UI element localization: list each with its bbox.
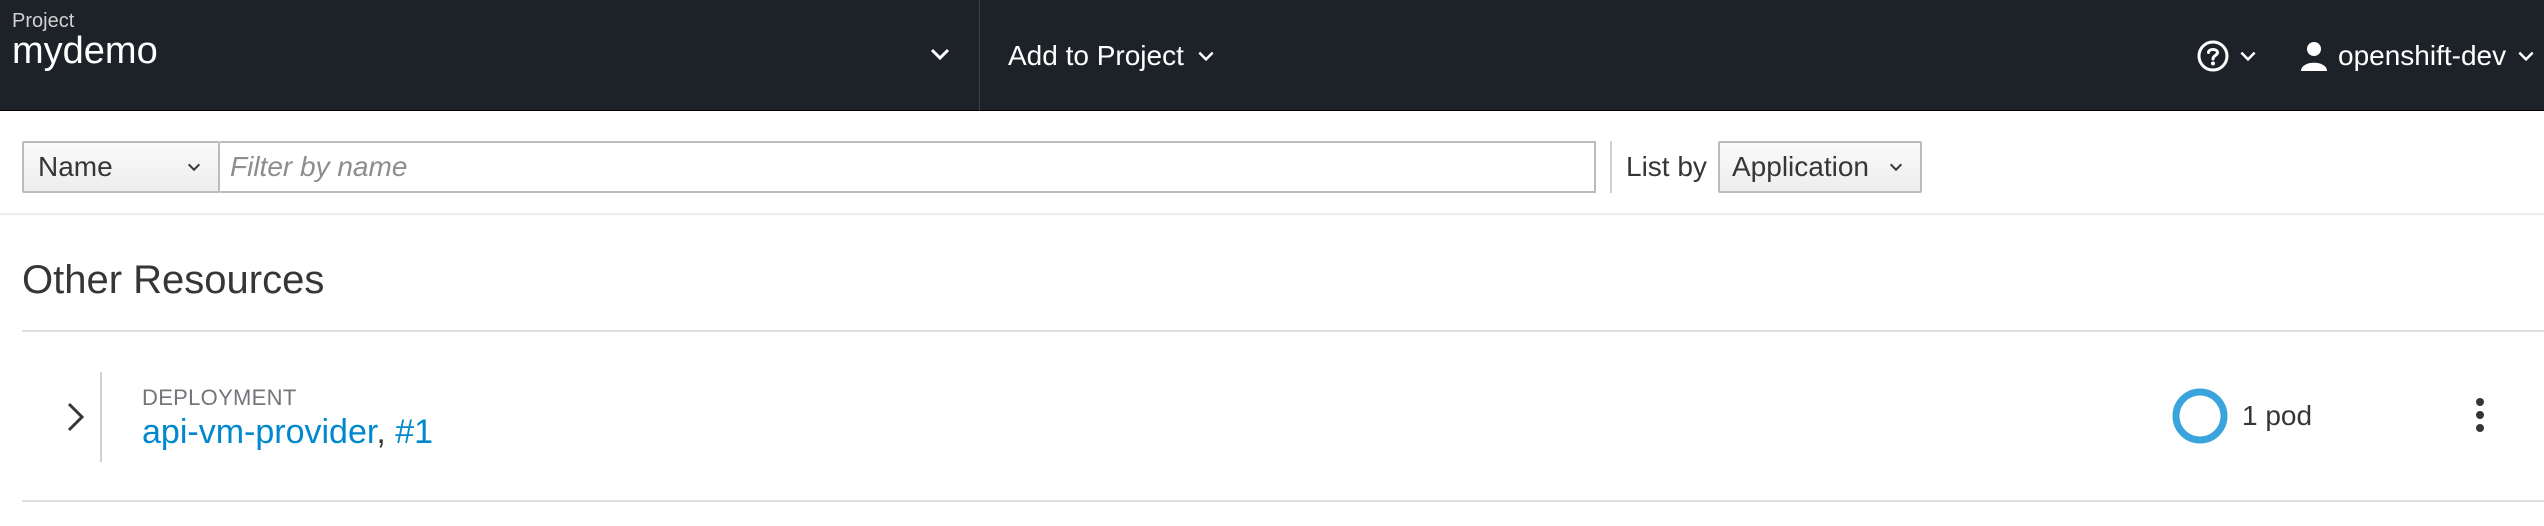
filter-type-dropdown[interactable]: Name xyxy=(22,141,220,193)
list-by-dropdown[interactable]: Application xyxy=(1718,141,1922,193)
list-item: DEPLOYMENT api-vm-provider, #1 1 pod xyxy=(22,332,2544,502)
chevron-right-icon[interactable] xyxy=(58,398,92,436)
chevron-down-icon xyxy=(1889,163,1903,172)
top-navbar: Project mydemo Add to Project openshift-… xyxy=(0,0,2544,111)
section-title: Other Resources xyxy=(22,258,325,302)
deployment-name-link[interactable]: api-vm-provider xyxy=(142,413,376,451)
kebab-menu-icon[interactable] xyxy=(2470,392,2490,438)
pod-donut-chart[interactable] xyxy=(2170,386,2230,446)
chevron-down-icon xyxy=(1198,51,1214,61)
filter-type-value: Name xyxy=(38,151,113,182)
resource-name-line: api-vm-provider, #1 xyxy=(142,413,433,452)
add-to-project-label: Add to Project xyxy=(1008,39,1184,71)
add-to-project-menu[interactable]: Add to Project xyxy=(1008,0,1216,111)
chevron-down-icon xyxy=(187,163,201,172)
toolbar-divider xyxy=(1610,141,1612,193)
project-picker[interactable]: Project mydemo xyxy=(0,0,980,111)
chevron-down-icon xyxy=(2518,51,2534,61)
list-by-label: List by xyxy=(1626,151,1707,182)
user-icon xyxy=(2301,41,2327,71)
filter-by-name-input[interactable] xyxy=(220,141,1596,193)
chevron-down-icon xyxy=(2240,51,2256,61)
name-separator: , xyxy=(376,413,396,451)
deployment-revision-link[interactable]: #1 xyxy=(395,413,433,451)
question-circle-icon xyxy=(2197,40,2229,71)
filter-toolbar: Name List by Application xyxy=(0,111,2544,215)
username: openshift-dev xyxy=(2338,39,2507,71)
project-name: mydemo xyxy=(12,30,158,72)
resource-kind: DEPLOYMENT xyxy=(142,385,297,410)
pod-count: 1 pod xyxy=(2242,400,2313,431)
chevron-down-icon xyxy=(930,48,950,61)
user-menu[interactable]: openshift-dev xyxy=(2300,0,2536,111)
help-menu[interactable] xyxy=(2196,0,2258,111)
row-divider xyxy=(100,372,102,462)
list-by-value: Application xyxy=(1732,151,1869,182)
